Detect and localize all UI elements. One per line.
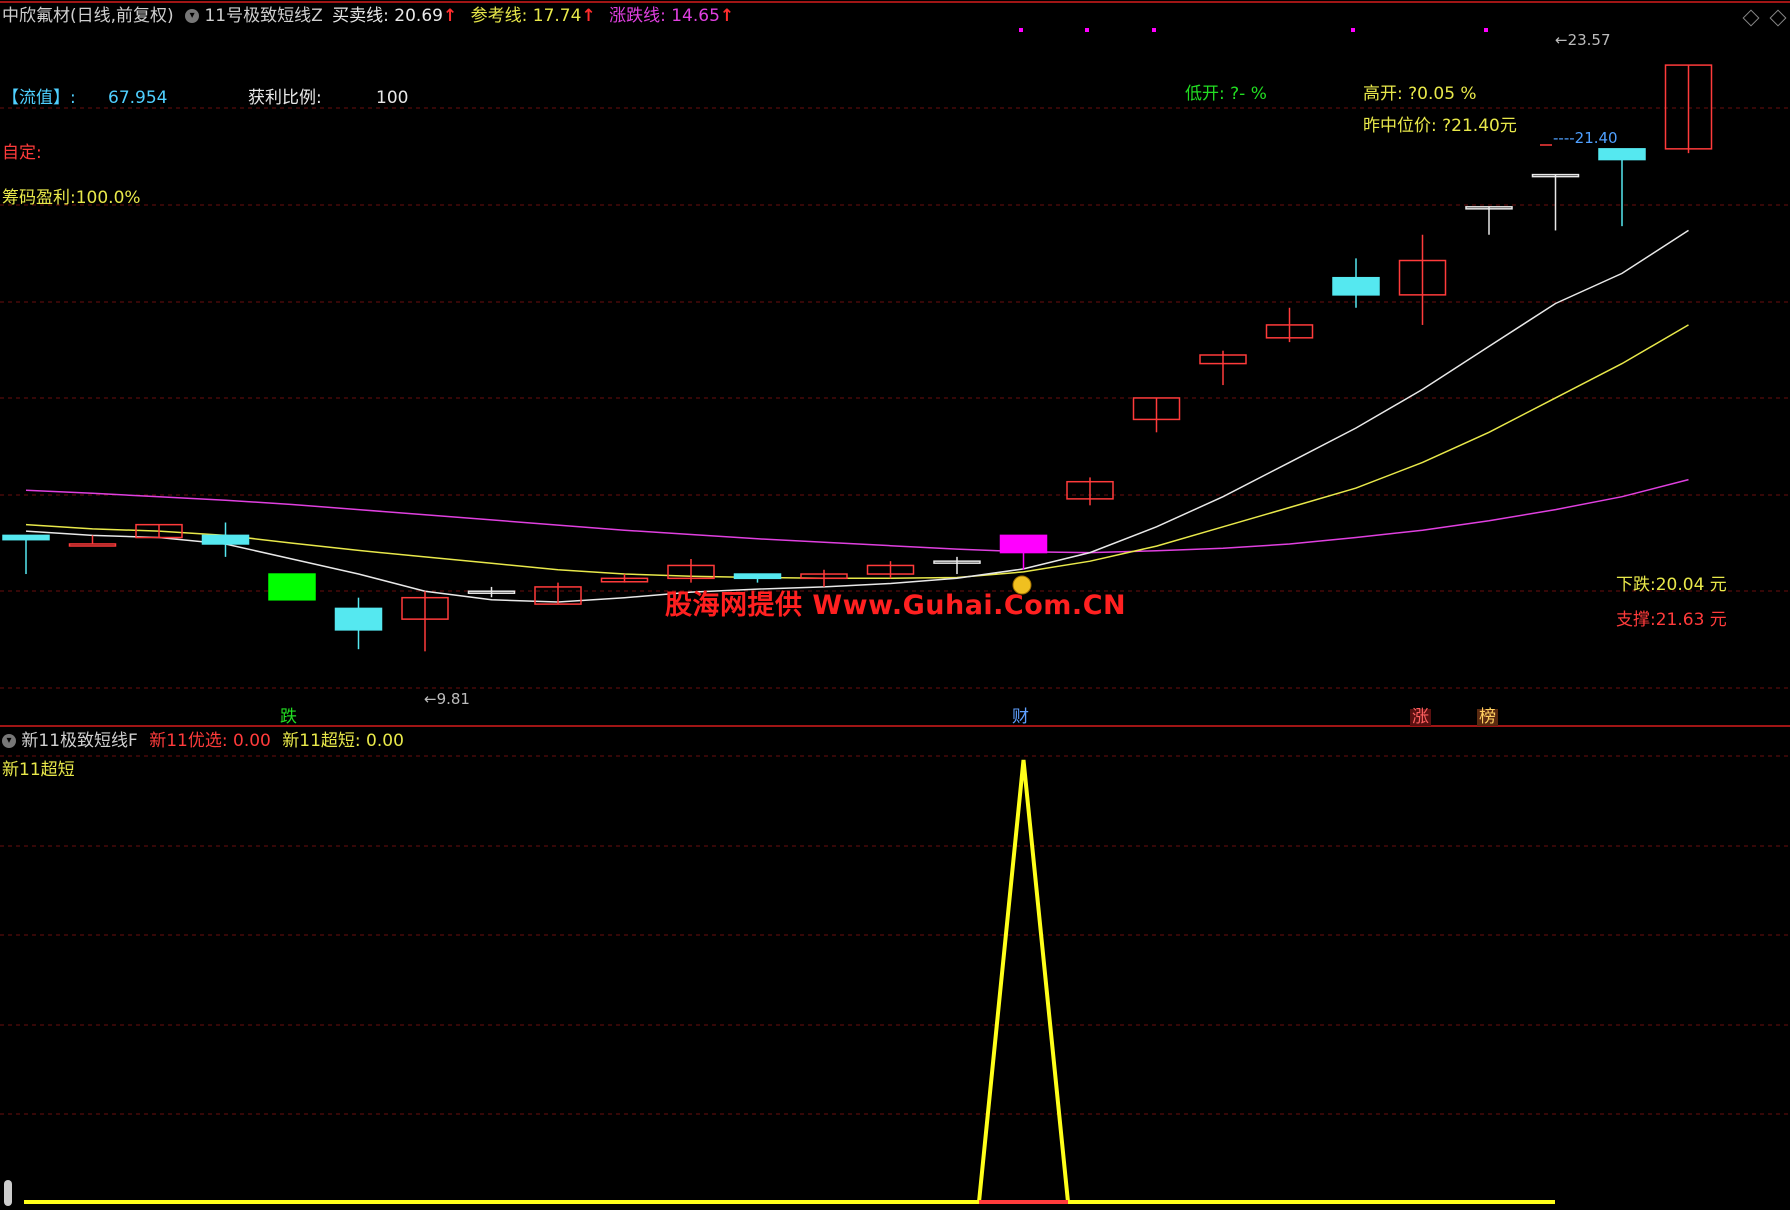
arrow-up-icon: ↑ — [442, 6, 458, 26]
header: 中欣氟材(日线,前复权) ▾ 11号极致短线Z 买卖线: 20.69↑ 参考线:… — [2, 8, 734, 25]
candlesticks — [2, 64, 1713, 652]
candle-body — [1598, 148, 1646, 161]
chip-profit: 筹码盈利:100.0% — [2, 188, 141, 208]
level-price-label: ----21.40 — [1553, 129, 1618, 147]
indicator-toggle-icon[interactable]: ▾ — [185, 9, 200, 23]
sub-header: ▾ 新11极致短线F 新11优选: 0.00 新11超短: 0.00 — [2, 733, 404, 750]
marker-zhang: 涨 — [1410, 707, 1431, 727]
high-price: 23.57 — [1567, 31, 1611, 49]
profit-ratio-label: 获利比例: — [248, 88, 322, 108]
low-price: 9.81 — [436, 690, 470, 708]
candle-body — [2, 534, 50, 541]
arrow-up-icon: ↑ — [581, 6, 596, 26]
marker-cai: 财 — [1012, 707, 1029, 727]
watermark: 股海网提供 Www.Guhai.Com.CN — [665, 590, 1127, 621]
candle-body — [68, 543, 117, 547]
signal-dot — [1484, 28, 1488, 32]
support-level: 支撑:21.63 元 — [1616, 610, 1727, 630]
chaoduan-value: 新11超短: 0.00 — [282, 731, 404, 751]
rise-fall-line-value: 涨跌线: 14.65 — [609, 6, 720, 26]
buy-sell-line-value: 买卖线: 20.69 — [332, 6, 443, 26]
candle-body — [268, 573, 316, 601]
signal-dot — [1085, 28, 1089, 32]
low-open: 低开: ?- % — [1185, 84, 1267, 104]
sub-signal-line — [24, 759, 1555, 1204]
ma-yellow-line — [25, 324, 1689, 580]
stock-name: 中欣氟材(日线,前复权) — [2, 6, 174, 26]
marker-die: 跌 — [280, 707, 297, 727]
scroll-handle[interactable] — [4, 1180, 12, 1206]
moving-average-lines — [25, 229, 1689, 603]
candle-body — [201, 534, 250, 545]
level-price: 21.40 — [1574, 129, 1618, 147]
float-value-label: 【流值】: — [2, 88, 76, 108]
signal-dot — [1152, 28, 1156, 32]
candle-body — [334, 607, 383, 631]
fall-level: 下跌:20.04 元 — [1616, 575, 1727, 595]
sub-indicator-toggle-icon[interactable]: ▾ — [2, 734, 16, 748]
chaoduan-label: 新11超短 — [2, 760, 75, 780]
reference-line-value: 参考线: 17.74 — [470, 6, 582, 26]
high-price-label: ←23.57 — [1555, 31, 1611, 49]
marker-bang: 榜 — [1477, 707, 1498, 727]
yesterday-mid-price: 昨中位价: ?21.40元 — [1363, 116, 1517, 136]
high-open: 高开: ?0.05 % — [1363, 84, 1477, 104]
profit-ratio-value: 100 — [376, 88, 409, 108]
signal-dot — [1019, 28, 1023, 32]
candle-body — [999, 534, 1048, 554]
ma-white-line — [25, 229, 1689, 603]
sub-indicator-chart — [24, 759, 1555, 1204]
indicator-name: 11号极致短线Z — [204, 6, 323, 26]
sub-indicator-name: 新11极致短线F — [21, 731, 138, 751]
candle-body — [1332, 276, 1380, 296]
grid-lines — [0, 1, 1790, 1115]
float-value: 67.954 — [108, 88, 168, 108]
signal-dot — [1351, 28, 1355, 32]
candle-body — [733, 573, 782, 580]
low-price-label: ←9.81 — [424, 690, 470, 708]
custom-label: 自定: — [2, 143, 42, 163]
youxuan-value: 新11优选: 0.00 — [149, 731, 271, 751]
arrow-up-icon: ↑ — [719, 6, 735, 26]
